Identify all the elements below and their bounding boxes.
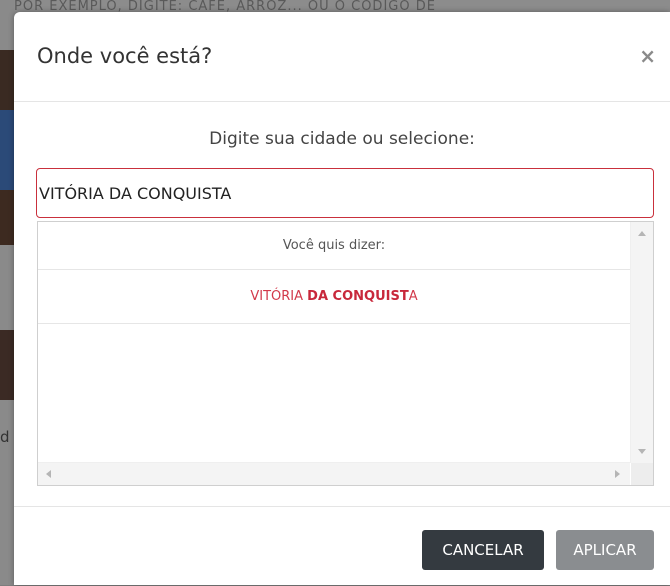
suggestion-header: Você quis dizer: [38,222,630,270]
suggestion-list[interactable]: Você quis dizer: VITÓRIA DA CONQUISTA [37,221,654,486]
vertical-scrollbar[interactable] [630,222,653,463]
suggestion-suffix: A [408,289,418,304]
modal-footer: CANCELAR APLICAR [14,506,670,586]
suggestion-prefix: VITÓRIA [250,289,308,304]
close-icon[interactable]: × [639,46,656,66]
city-search-input[interactable] [36,168,654,218]
scroll-up-icon[interactable] [638,231,646,236]
suggestion-match: DA CONQUIST [307,289,409,304]
cancel-button[interactable]: CANCELAR [422,530,544,570]
apply-button[interactable]: APLICAR [556,530,654,570]
background-strip-1 [0,50,14,110]
scrollbar-corner [631,463,653,485]
background-strip-4 [0,330,14,400]
scroll-left-icon[interactable] [46,470,51,478]
scroll-down-icon[interactable] [638,449,646,454]
horizontal-scrollbar[interactable] [38,462,630,485]
city-prompt: Digite sua cidade ou selecione: [209,129,475,149]
background-strip-3 [0,190,14,245]
suggestion-item[interactable]: VITÓRIA DA CONQUISTA [38,270,630,324]
modal-title: Onde você está? [37,44,213,68]
background-strip-2 [0,110,14,190]
location-modal: Onde você está? × Digite sua cidade ou s… [14,12,670,585]
scroll-right-icon[interactable] [615,470,620,478]
modal-header: Onde você está? × [14,12,670,102]
background-text-fragment: d [0,428,10,446]
